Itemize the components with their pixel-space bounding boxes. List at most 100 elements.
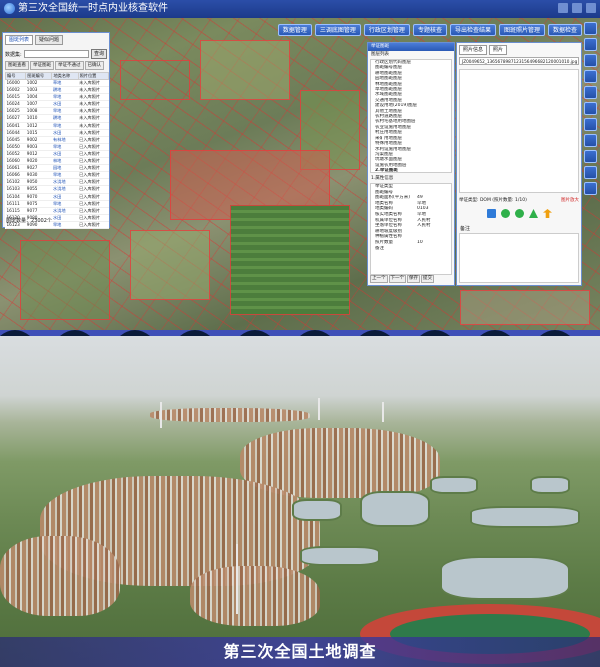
table-cell: 已入库照片 (78, 136, 109, 144)
photo-viewer[interactable] (459, 69, 579, 193)
prev-photo-icon[interactable] (501, 209, 510, 218)
table-cell: 9055 (25, 185, 52, 194)
close-icon[interactable] (586, 3, 596, 13)
table-row[interactable]: 16015 1004 旱地 未入库照片 (5, 93, 109, 102)
table-row[interactable]: 16102 9050 水浇地 已入库照片 (5, 178, 109, 187)
attribute-row[interactable]: 备注 (371, 246, 451, 252)
tab-photo-info[interactable]: 照片信息 (459, 45, 488, 55)
table-cell: 16024 (5, 100, 26, 109)
table-cell: 9003 (25, 143, 52, 151)
table-row[interactable]: 16111 9075 旱地 已入库照片 (5, 200, 109, 208)
table-cell: 水田 (51, 100, 79, 109)
table-cell: 草地 (51, 79, 79, 88)
table-cell: 水浇地 (51, 207, 79, 215)
table-row[interactable]: 16050 9003 旱地 已入库照片 (5, 143, 109, 151)
toolbar-division-button[interactable]: 行政区划管理 (363, 24, 410, 36)
table-cell: 未入库照片 (78, 93, 109, 102)
aerial-photo (0, 336, 600, 667)
tree-group[interactable]: 2.举证图斑 (371, 168, 451, 172)
table-row[interactable]: 16115 9077 水浇地 已入库照片 (5, 207, 109, 215)
column-header[interactable]: 照片位置 (77, 72, 110, 80)
tab-parcel-list[interactable]: 图斑列表 (5, 35, 34, 45)
memo-label: 备注 (460, 226, 471, 232)
toolbar-data-check-button[interactable]: 数据检查 (547, 24, 582, 36)
table-row[interactable]: 16027 1010 耕地 未入库照片 (5, 114, 109, 123)
identify-icon[interactable] (584, 102, 597, 115)
column-header[interactable]: 地类名称 (51, 72, 79, 80)
table-cell: 9050 (25, 178, 52, 187)
window-title: 第三次全国统一时点内业核查软件 (18, 3, 168, 14)
table-cell: 已入库照片 (78, 150, 109, 159)
minimize-icon[interactable] (558, 3, 568, 13)
column-header[interactable]: 编号 (4, 72, 27, 80)
toolbar-export-button[interactable]: 导出检查结果 (449, 24, 496, 36)
grid-icon[interactable] (487, 209, 496, 218)
table-cell: 1015 (25, 129, 52, 137)
table-cell: 9070 (25, 193, 52, 201)
zoom-in-icon[interactable] (584, 22, 597, 35)
table-row[interactable]: 16066 9030 旱地 已入库照片 (5, 171, 109, 180)
memo-textarea[interactable] (459, 233, 579, 283)
save-button[interactable]: 保存 (407, 275, 420, 283)
table-row[interactable]: 16044 1015 水田 未入库照片 (5, 129, 109, 137)
full-extent-icon[interactable] (584, 70, 597, 83)
zoom-out-icon[interactable] (584, 38, 597, 51)
table-row[interactable]: 16041 1012 旱地 未入库照片 (5, 122, 109, 130)
maximize-icon[interactable] (572, 3, 582, 13)
table-cell: 旱地 (51, 143, 79, 151)
table-cell: 未入库照片 (78, 114, 109, 123)
table-row[interactable]: 16025 1008 旱地 未入库照片 (5, 107, 109, 116)
tab-photo[interactable]: 照片 (489, 45, 508, 55)
table-row[interactable]: 16103 9055 水浇地 已入库照片 (5, 185, 109, 194)
table-cell: 耕地 (51, 114, 79, 123)
query-button[interactable]: 查询 (90, 49, 107, 59)
table-cell: 16104 (5, 193, 26, 201)
table-row[interactable]: 16060 9020 林地 已入库照片 (5, 157, 109, 166)
table-row[interactable]: 16052 9012 水田 已入库照片 (5, 150, 109, 159)
table-row[interactable]: 16002 1003 耕地 未入库照片 (5, 86, 109, 95)
table-row[interactable]: 16104 9070 水田 已入库照片 (5, 193, 109, 201)
table-cell: 园地 (51, 164, 79, 173)
toolbar-data-manage-button[interactable]: 数据管理 (277, 24, 312, 36)
pan-icon[interactable] (584, 54, 597, 67)
table-row[interactable]: 16061 9027 园地 已入库照片 (5, 164, 109, 173)
table-cell: 水浇地 (51, 178, 79, 187)
subtab-view[interactable]: 图斑查看 (5, 61, 29, 70)
locate-icon[interactable] (584, 150, 597, 163)
table-row[interactable]: 16045 9002 有林地 已入库照片 (5, 136, 109, 144)
table-cell: 9020 (25, 157, 52, 166)
attribute-value[interactable] (417, 246, 451, 252)
next-button[interactable]: 下一个 (388, 275, 406, 283)
next-photo-icon[interactable] (515, 209, 524, 218)
rotate-icon[interactable] (529, 209, 538, 218)
evidence-panel: 举证图斑 图层列表 行政区划代码图层 图斑编号图层 耕地图斑图层 园地图斑图层 林地图斑… (367, 42, 455, 286)
photo-zoom-link[interactable]: 图片放大 (561, 197, 579, 203)
village-cluster (0, 536, 120, 616)
parcel-boundary (200, 40, 290, 100)
upload-icon[interactable] (543, 209, 552, 218)
refresh-icon[interactable] (584, 134, 597, 147)
app-screenshot: 第三次全国统一时点内业核查软件 数据管理 三调底图管理 行政区划管理 专题核查 … (0, 0, 600, 330)
table-cell: 16060 (5, 157, 26, 166)
layer-icon[interactable] (584, 118, 597, 131)
table-row[interactable]: 16024 1007 水田 未入库照片 (5, 100, 109, 109)
subtab-evidence[interactable]: 举证图斑 (30, 61, 54, 70)
subtab-confirmed[interactable]: 已确认 (84, 61, 104, 70)
clear-icon[interactable] (584, 182, 597, 195)
select-icon[interactable] (584, 166, 597, 179)
toolbar-photo-manage-button[interactable]: 图斑照片管理 (498, 24, 545, 36)
table-cell: 已入库照片 (78, 185, 109, 194)
dataset-select[interactable] (23, 50, 89, 58)
table-cell: 16050 (5, 143, 26, 151)
communication-tower (236, 544, 238, 614)
tab-suspect-issues[interactable]: 疑似问题 (35, 35, 64, 45)
column-header[interactable]: 图斑编号 (25, 72, 53, 80)
submit-button[interactable]: 提交 (421, 275, 434, 283)
table-row[interactable]: 16000 1002 草地 未入库照片 (5, 79, 109, 88)
prev-button[interactable]: 上一个 (370, 275, 388, 283)
subtab-rejected[interactable]: 举证不通过 (55, 61, 84, 70)
toolbar-basemap-button[interactable]: 三调底图管理 (314, 24, 361, 36)
toolbar-topic-check-button[interactable]: 专题核查 (412, 24, 447, 36)
factory-buildings (190, 566, 320, 626)
measure-icon[interactable] (584, 86, 597, 99)
